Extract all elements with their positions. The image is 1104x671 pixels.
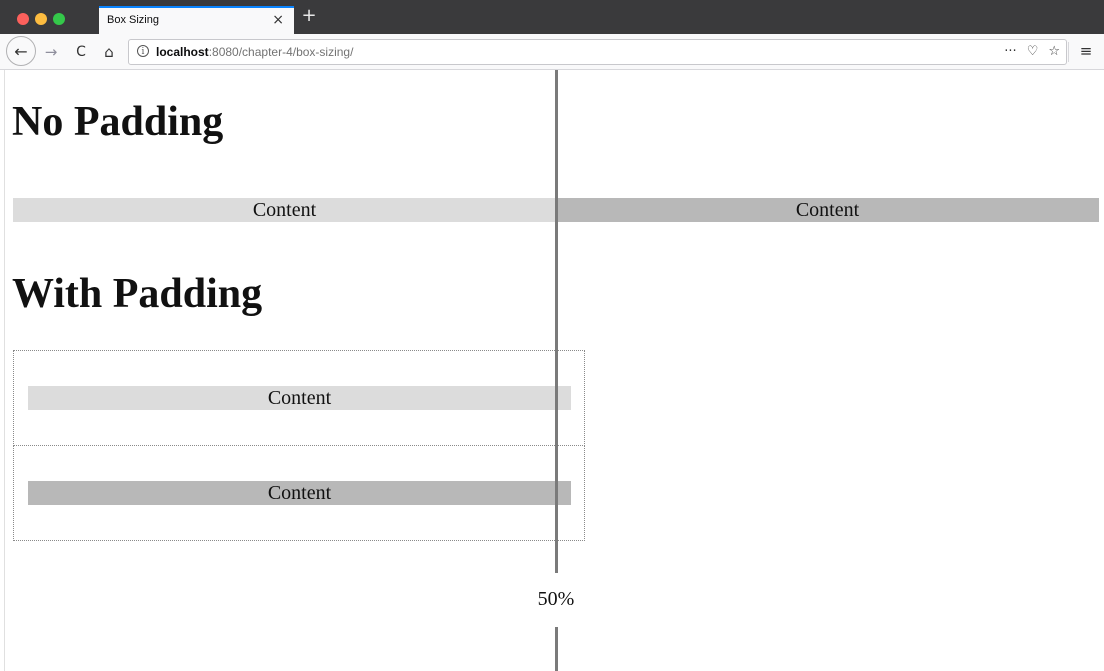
heading-no-padding: No Padding [12, 99, 224, 145]
padded-box-light: Content [13, 350, 585, 446]
padded-content-bar-light: Content [28, 386, 571, 410]
site-info-icon[interactable]: i [137, 45, 149, 57]
url-path: :8080/chapter-4/box-sizing/ [208, 45, 354, 59]
pocket-icon[interactable]: ♡ [1027, 43, 1039, 61]
zoom-window-button[interactable] [53, 13, 65, 25]
bookmark-star-icon[interactable]: ☆ [1048, 43, 1060, 61]
fifty-percent-guide-line-bottom [555, 627, 558, 671]
heading-with-padding: With Padding [12, 271, 263, 317]
viewport-edge [4, 70, 5, 671]
close-window-button[interactable] [17, 13, 29, 25]
forward-arrow-icon[interactable]: → [40, 40, 62, 64]
back-arrow-icon[interactable]: ← [6, 36, 36, 66]
no-padding-content-bar-light: Content [13, 198, 556, 222]
url-bar[interactable]: i localhost:8080/chapter-4/box-sizing/ ·… [128, 39, 1067, 65]
padded-box-dark: Content [13, 445, 585, 541]
padded-content-bar-dark: Content [28, 481, 571, 505]
hamburger-menu-icon[interactable]: ≡ [1078, 43, 1094, 59]
url-host: localhost [156, 45, 209, 59]
browser-titlebar: Box Sizing × + [0, 0, 1104, 34]
url-text[interactable]: localhost:8080/chapter-4/box-sizing/ [156, 45, 353, 59]
reload-icon[interactable]: C [70, 40, 92, 64]
navigation-toolbar: ← → C ⌂ i localhost:8080/chapter-4/box-s… [0, 34, 1104, 70]
new-tab-plus-icon[interactable]: + [300, 7, 318, 25]
minimize-window-button[interactable] [35, 13, 47, 25]
page-viewport: No Padding Content Content With Padding … [0, 70, 1104, 671]
page-actions-more-icon[interactable]: ··· [1004, 43, 1016, 61]
fifty-percent-label: 50% [537, 588, 575, 610]
home-icon[interactable]: ⌂ [98, 40, 120, 64]
no-padding-content-bar-dark: Content [556, 198, 1099, 222]
tab-close-icon[interactable]: × [272, 11, 284, 29]
browser-tab[interactable]: Box Sizing × [99, 6, 294, 34]
url-bar-actions: ··· ♡ ☆ [1004, 43, 1060, 61]
fifty-percent-guide-line-top [555, 70, 558, 573]
toolbar-separator [1068, 42, 1069, 62]
tab-title: Box Sizing [107, 14, 159, 26]
